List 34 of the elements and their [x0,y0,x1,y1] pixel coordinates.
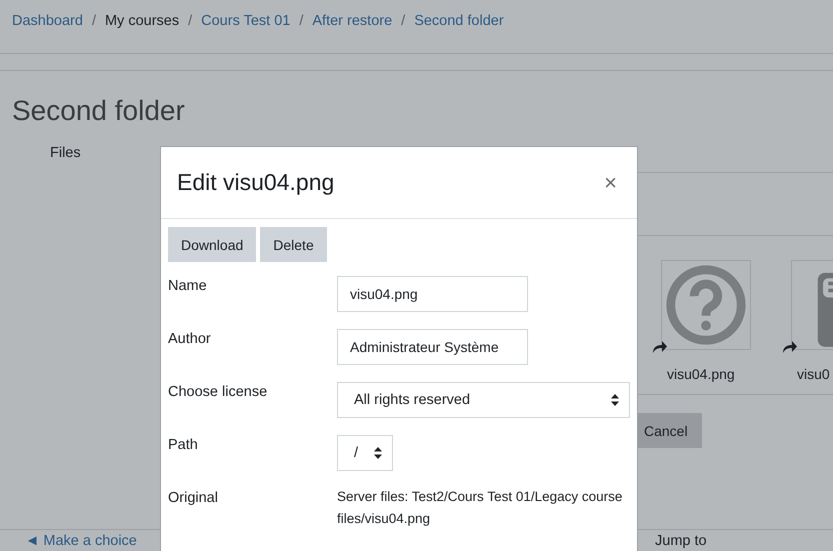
original-path-text: Server files: Test2/Cours Test 01/Legacy course files/visu04.png [337,488,624,528]
jump-to-label: Jump to [655,533,707,549]
file-thumbnail[interactable] [661,260,751,350]
sort-caret-icon [611,394,619,406]
breadcrumb-link[interactable]: After restore [312,13,392,29]
field-label: Path [168,436,199,455]
action-button[interactable]: Delete [260,227,327,262]
file-name-link[interactable]: visu04.png [667,366,735,382]
breadcrumb-text: My courses [104,13,180,29]
previous-activity-link[interactable]: ◄ Make a choice [25,533,137,549]
file-name-link[interactable]: visu0 [797,366,830,382]
breadcrumb-link[interactable]: Second folder [414,13,504,29]
breadcrumb-separator: / [188,13,192,29]
close-button[interactable]: × [600,170,621,196]
dropdown[interactable]: / [337,435,393,471]
breadcrumb-separator: / [92,13,96,29]
field-label: Author [168,330,212,349]
text-field[interactable]: Administrateur Système [337,329,528,365]
dropdown[interactable]: All rights reserved [337,382,630,418]
breadcrumb-link[interactable]: Dashboard [12,13,83,29]
action-button[interactable]: Download [168,227,256,262]
breadcrumb-separator: / [401,13,406,29]
shortcut-arrow-icon [781,340,797,354]
page-title: Second folder [12,95,186,127]
breadcrumb-separator: / [299,13,304,29]
files-label: Files [50,145,81,161]
shortcut-arrow-icon [651,340,667,354]
breadcrumb-link[interactable]: Cours Test 01 [201,13,290,29]
field-label: Choose license [168,383,268,402]
dialog-title: Edit visu04.png [177,169,334,196]
sort-caret-icon [374,447,382,459]
field-label: Original [168,489,219,508]
text-field[interactable]: visu04.png [337,276,528,312]
field-label: Name [168,277,208,296]
